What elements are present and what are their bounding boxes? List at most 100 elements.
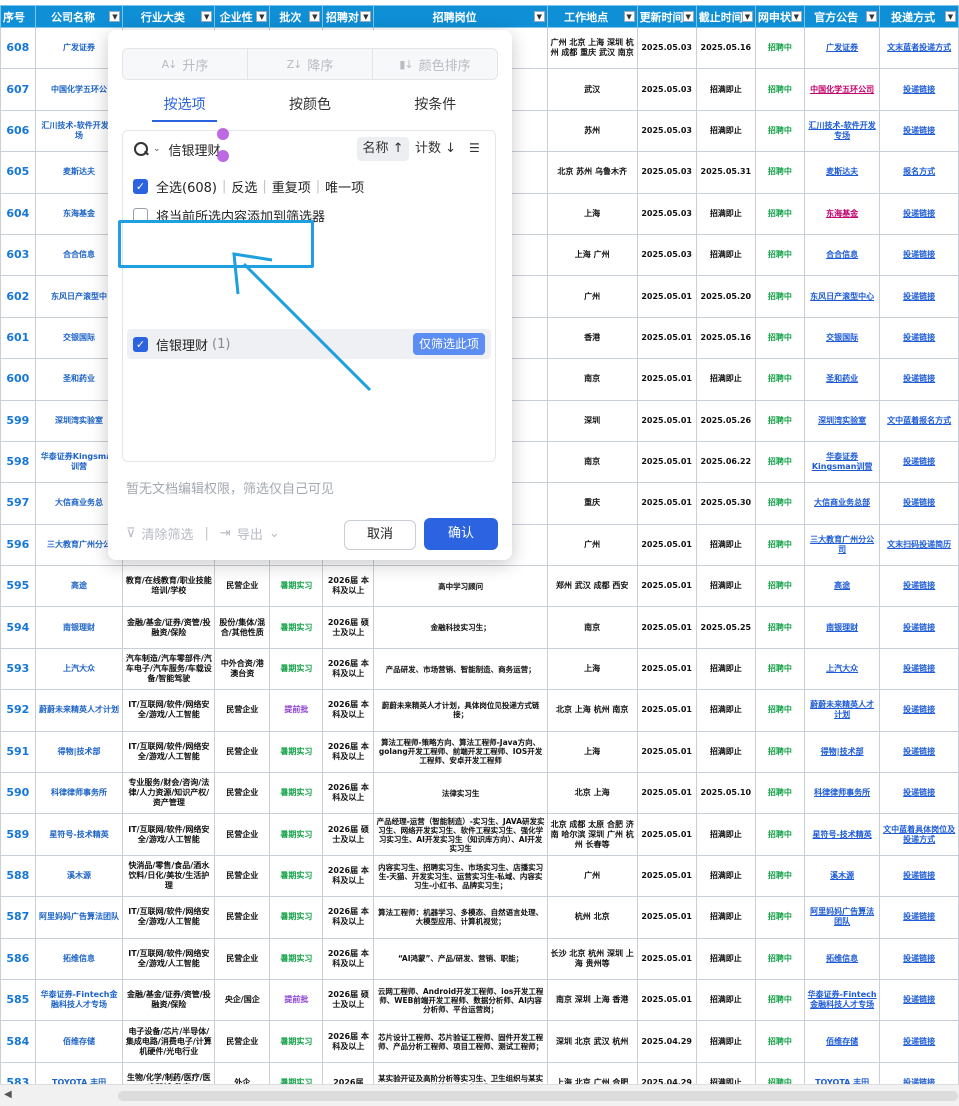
search-input[interactable]: 信银理财 bbox=[169, 127, 309, 162]
cell-apply[interactable]: 投递链接 bbox=[879, 978, 959, 1022]
cell-apply[interactable]: 投递链接 bbox=[879, 606, 959, 649]
cell-notice[interactable]: 得物|技术部 bbox=[803, 730, 881, 774]
column-header[interactable]: 行业大类 ▼ bbox=[122, 5, 216, 28]
cell-notice[interactable]: 三大教育广州分公司 bbox=[803, 523, 881, 567]
cell-notice[interactable]: 东海基金 bbox=[803, 192, 881, 235]
cancel-button[interactable]: 取消 bbox=[344, 520, 416, 550]
filter-option-checkbox[interactable]: ✓ bbox=[133, 336, 148, 352]
cell-notice[interactable]: 东风日产滚型中心 bbox=[803, 275, 881, 318]
tab-by-color[interactable]: 按颜色 bbox=[247, 92, 372, 122]
cell-notice[interactable]: TOYOTA 丰田 bbox=[803, 1061, 881, 1084]
column-header[interactable]: 公司名称 ▼ bbox=[34, 5, 124, 28]
filter-only-this-button[interactable]: 仅筛选此项 bbox=[412, 333, 485, 355]
sort-by-name-button[interactable]: 名称 ↑ bbox=[357, 137, 409, 161]
cell-notice[interactable]: 高途 bbox=[803, 565, 881, 608]
horizontal-scrollbar[interactable]: ◀ bbox=[0, 1084, 959, 1106]
cell-apply[interactable]: 投递链接 bbox=[879, 440, 959, 484]
cell-notice[interactable]: 华泰证券Kingsman训营 bbox=[803, 440, 881, 484]
column-header[interactable]: 投递方式 ▼ bbox=[879, 5, 959, 28]
scroll-left-icon[interactable]: ◀ bbox=[4, 1089, 12, 1100]
cell-apply[interactable]: 文中蓝着报名方式 bbox=[879, 399, 959, 442]
cell-notice[interactable]: 广发证券 bbox=[803, 26, 881, 70]
filter-dropdown-icon[interactable]: ▼ bbox=[109, 11, 121, 22]
cell-apply[interactable]: 投递链接 bbox=[879, 109, 959, 153]
unique-link[interactable]: 唯一项 bbox=[325, 177, 364, 196]
cell-notice[interactable]: 南银理财 bbox=[803, 606, 881, 649]
cell-notice[interactable]: 中国化学五环公司 bbox=[803, 68, 881, 111]
cell-notice[interactable]: 星符号-技术精英 bbox=[803, 813, 881, 856]
cell-notice[interactable]: 蔚蔚未来精英人才计划 bbox=[803, 689, 881, 732]
selection-handle-bottom-icon[interactable] bbox=[216, 149, 229, 162]
cell-notice[interactable]: 深圳湾实验室 bbox=[803, 399, 881, 442]
cell-notice[interactable]: 华泰证券-Fintech金融科技人才专场 bbox=[803, 978, 881, 1022]
cell-notice[interactable]: 上汽大众 bbox=[803, 647, 881, 691]
cell-apply[interactable]: 投递链接 bbox=[879, 647, 959, 691]
confirm-button[interactable]: 确认 bbox=[424, 518, 498, 550]
filter-dropdown-icon[interactable]: ▼ bbox=[309, 11, 321, 22]
cell-apply[interactable]: 文末扫码投递简历 bbox=[879, 523, 959, 567]
cell-apply[interactable]: 投递链接 bbox=[879, 316, 959, 360]
filter-dropdown-icon[interactable]: ▼ bbox=[741, 11, 753, 22]
filter-dropdown-icon[interactable]: ▼ bbox=[682, 11, 694, 22]
cell-notice[interactable]: 拓维信息 bbox=[803, 937, 881, 980]
tab-by-condition[interactable]: 按条件 bbox=[373, 92, 498, 122]
filter-dropdown-icon[interactable]: ▼ bbox=[360, 11, 372, 22]
cell-notice[interactable]: 汇川技术-软件开发专场 bbox=[803, 109, 881, 153]
selection-handle-top-icon[interactable] bbox=[216, 127, 229, 140]
cell-apply[interactable]: 投递链接 bbox=[879, 854, 959, 898]
export-button[interactable]: 导出 bbox=[237, 524, 263, 543]
cell-notice[interactable]: 交银国际 bbox=[803, 316, 881, 360]
cell-apply[interactable]: 文末蓝者投递方式 bbox=[879, 26, 959, 70]
filter-dropdown-icon[interactable]: ▼ bbox=[790, 11, 802, 22]
invert-selection-link[interactable]: 反选 bbox=[231, 177, 257, 196]
column-header[interactable]: 网申状 ▼ bbox=[754, 5, 805, 28]
column-header[interactable]: 官方公告 ▼ bbox=[803, 5, 881, 28]
cell-apply[interactable]: 投递链接 bbox=[879, 689, 959, 732]
clear-filter-button[interactable]: 清除筛选 bbox=[142, 524, 194, 543]
cell-apply[interactable]: 投递链接 bbox=[879, 1061, 959, 1084]
filter-dropdown-icon[interactable]: ▼ bbox=[533, 11, 545, 22]
filter-settings-icon[interactable]: ☰ bbox=[469, 141, 485, 157]
cell-apply[interactable]: 投递链接 bbox=[879, 68, 959, 111]
column-header[interactable]: 招聘对 ▼ bbox=[322, 5, 375, 28]
column-header[interactable]: 招聘岗位 ▼ bbox=[373, 5, 548, 28]
cell-apply[interactable]: 投递链接 bbox=[879, 730, 959, 774]
cell-notice[interactable]: 溪木源 bbox=[803, 854, 881, 898]
column-header[interactable]: 序号 bbox=[0, 5, 36, 28]
filter-dropdown-icon[interactable]: ▼ bbox=[256, 11, 268, 22]
filter-dropdown-icon[interactable]: ▼ bbox=[945, 11, 956, 22]
filter-dropdown-icon[interactable]: ▼ bbox=[866, 11, 878, 22]
cell-notice[interactable]: 科律律师事务所 bbox=[803, 772, 881, 815]
select-all-checkbox[interactable]: ✓ bbox=[133, 178, 148, 194]
cell-apply[interactable]: 投递链接 bbox=[879, 482, 959, 525]
cell-notice[interactable]: 佰维存储 bbox=[803, 1020, 881, 1063]
cell-apply[interactable]: 投递链接 bbox=[879, 275, 959, 318]
cell-notice[interactable]: 圣和药业 bbox=[803, 358, 881, 401]
sort-desc-button[interactable]: Z↓ 降序 bbox=[248, 49, 373, 79]
column-header[interactable]: 企业性 ▼ bbox=[214, 5, 271, 28]
duplicates-link[interactable]: 重复项 bbox=[272, 177, 311, 196]
cell-notice[interactable]: 合合信息 bbox=[803, 233, 881, 277]
cell-apply[interactable]: 投递链接 bbox=[879, 772, 959, 815]
sort-asc-button[interactable]: A↓ 升序 bbox=[123, 49, 248, 79]
filter-dropdown-icon[interactable]: ▼ bbox=[201, 11, 213, 22]
cell-apply[interactable]: 投递链接 bbox=[879, 233, 959, 277]
column-header[interactable]: 工作地点 ▼ bbox=[546, 5, 638, 28]
cell-apply[interactable]: 投递链接 bbox=[879, 358, 959, 401]
cell-apply[interactable]: 报名方式 bbox=[879, 151, 959, 194]
chevron-down-icon[interactable]: ⌄ bbox=[269, 526, 280, 541]
cell-apply[interactable]: 投递链接 bbox=[879, 937, 959, 980]
cell-apply[interactable]: 文中蓝着具体岗位及投递方式 bbox=[879, 813, 959, 856]
column-header[interactable]: 截止时间 ▼ bbox=[695, 5, 756, 28]
cell-notice[interactable]: 大信商业务总部 bbox=[803, 482, 881, 525]
column-header[interactable]: 批次 ▼ bbox=[269, 5, 324, 28]
tab-by-option[interactable]: 按选项 bbox=[122, 92, 247, 122]
chevron-down-icon[interactable]: ⌄ bbox=[153, 144, 161, 154]
sort-color-button[interactable]: ▮↓ 颜色排序 bbox=[373, 49, 497, 79]
column-header[interactable]: 更新时间 ▼ bbox=[636, 5, 697, 28]
cell-apply[interactable]: 投递链接 bbox=[879, 192, 959, 235]
search-icon[interactable] bbox=[133, 141, 149, 157]
scrollbar-thumb[interactable] bbox=[118, 1091, 958, 1101]
cell-notice[interactable]: 麦斯达夫 bbox=[803, 151, 881, 194]
sort-by-count-button[interactable]: 计数 ↓ bbox=[415, 137, 465, 161]
